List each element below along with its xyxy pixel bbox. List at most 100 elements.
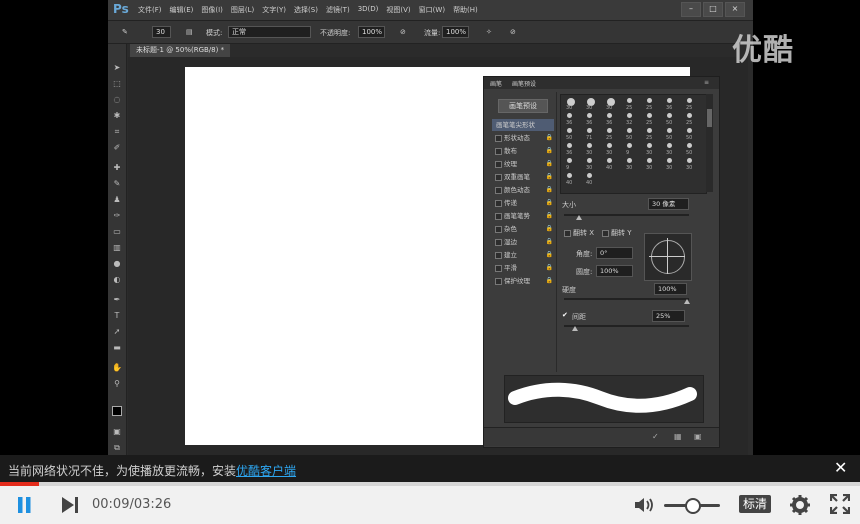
settings-gear-icon[interactable] bbox=[789, 494, 811, 520]
lock-icon[interactable]: 🔒 bbox=[546, 184, 553, 196]
menu-3d[interactable]: 3D(D) bbox=[358, 5, 379, 15]
hardness-slider-knob[interactable] bbox=[684, 299, 690, 304]
brush-tip[interactable] bbox=[587, 158, 592, 163]
spacing-field[interactable]: 25% bbox=[652, 310, 685, 322]
pen-tool-icon[interactable]: ✒ bbox=[112, 296, 122, 304]
path-select-tool-icon[interactable]: ➚ bbox=[112, 328, 122, 336]
brush-tip[interactable] bbox=[627, 158, 632, 163]
checkbox[interactable] bbox=[495, 239, 502, 246]
checkbox[interactable] bbox=[495, 148, 502, 155]
lock-icon[interactable]: 🔒 bbox=[546, 223, 553, 235]
close-icon[interactable]: × bbox=[725, 2, 745, 17]
spacing-slider-knob[interactable] bbox=[572, 326, 578, 331]
minimize-icon[interactable]: – bbox=[681, 2, 701, 17]
brush-tip[interactable] bbox=[687, 113, 692, 118]
brush-tip[interactable] bbox=[607, 128, 612, 133]
angle-roundness-widget[interactable] bbox=[644, 233, 692, 281]
brush-tip[interactable] bbox=[687, 128, 692, 133]
screen-mode-icon[interactable]: ⧉ bbox=[112, 444, 122, 452]
document-tab[interactable]: 未标题-1 @ 50%(RGB/8) * bbox=[130, 44, 231, 57]
client-download-link[interactable]: 优酷客户端 bbox=[236, 464, 296, 478]
lock-icon[interactable]: 🔒 bbox=[546, 275, 553, 287]
brush-tip[interactable] bbox=[667, 128, 672, 133]
checkbox[interactable] bbox=[495, 213, 502, 220]
brush-tip[interactable] bbox=[587, 128, 592, 133]
brush-tip[interactable] bbox=[667, 113, 672, 118]
checkbox[interactable] bbox=[495, 174, 502, 181]
lock-icon[interactable]: 🔒 bbox=[546, 197, 553, 209]
list-item[interactable]: 保护纹理 🔒 bbox=[492, 275, 554, 287]
brush-tip[interactable] bbox=[667, 98, 672, 103]
lock-icon[interactable]: 🔒 bbox=[546, 145, 553, 157]
close-icon[interactable]: ✕ bbox=[834, 458, 847, 477]
volume-slider-knob[interactable] bbox=[685, 498, 701, 514]
brush-toggle-icon[interactable]: ✓ bbox=[652, 432, 659, 441]
lock-icon[interactable]: 🔒 bbox=[546, 262, 553, 274]
menu-edit[interactable]: 编辑(E) bbox=[170, 5, 194, 15]
crop-tool-icon[interactable]: ⌗ bbox=[112, 128, 122, 136]
spacing-checkbox-icon[interactable]: ✔ bbox=[562, 311, 568, 319]
checkbox[interactable] bbox=[495, 135, 502, 142]
type-tool-icon[interactable]: T bbox=[112, 312, 122, 320]
pressure-opacity-icon[interactable]: ⊘ bbox=[400, 28, 406, 36]
brush-tip[interactable] bbox=[567, 173, 572, 178]
checkbox[interactable] bbox=[495, 187, 502, 194]
lock-icon[interactable]: 🔒 bbox=[546, 158, 553, 170]
fullscreen-icon[interactable] bbox=[829, 493, 851, 518]
scrollbar-thumb[interactable] bbox=[707, 109, 712, 127]
brush-tip[interactable] bbox=[607, 143, 612, 148]
angle-circle[interactable] bbox=[651, 240, 685, 274]
list-item[interactable]: 散布 🔒 bbox=[492, 145, 554, 157]
video-frame[interactable]: Ps 文件(F) 编辑(E) 图像(I) 图层(L) 文字(Y) 选择(S) 滤… bbox=[0, 0, 860, 455]
angle-field[interactable]: 0° bbox=[596, 247, 633, 259]
brush-tip[interactable] bbox=[647, 158, 652, 163]
history-brush-tool-icon[interactable]: ✑ bbox=[112, 212, 122, 220]
quick-mask-icon[interactable]: ▣ bbox=[112, 428, 122, 436]
brush-tip[interactable] bbox=[687, 143, 692, 148]
grid-icon[interactable]: ▦ bbox=[674, 432, 682, 441]
lock-icon[interactable]: 🔒 bbox=[546, 236, 553, 248]
brush-tip[interactable] bbox=[587, 143, 592, 148]
brush-tip[interactable] bbox=[567, 143, 572, 148]
brush-tip[interactable] bbox=[567, 113, 572, 118]
brush-tip[interactable] bbox=[627, 98, 632, 103]
brush-tip[interactable] bbox=[627, 128, 632, 133]
menu-filter[interactable]: 滤镜(T) bbox=[326, 5, 350, 15]
brush-size-picker[interactable]: 30 bbox=[152, 26, 171, 38]
lock-icon[interactable]: 🔒 bbox=[546, 249, 553, 261]
healing-tool-icon[interactable]: ✚ bbox=[112, 164, 122, 172]
quality-button[interactable]: 标清 bbox=[739, 495, 771, 513]
brush-tool-icon[interactable]: ✎ bbox=[122, 28, 128, 36]
brush-panel-toggle-icon[interactable]: ▤ bbox=[186, 28, 193, 36]
new-brush-icon[interactable]: ▣ bbox=[694, 432, 702, 441]
flip-x-checkbox[interactable] bbox=[564, 230, 571, 237]
spacing-slider-track[interactable] bbox=[564, 325, 689, 327]
brush-tip[interactable] bbox=[647, 128, 652, 133]
brush-tip[interactable] bbox=[647, 143, 652, 148]
marquee-tool-icon[interactable]: ⬚ bbox=[112, 80, 122, 88]
checkbox[interactable] bbox=[495, 200, 502, 207]
lasso-tool-icon[interactable]: ◌ bbox=[112, 96, 122, 104]
opacity-field[interactable]: 100% bbox=[358, 26, 385, 38]
list-item[interactable]: 杂色 🔒 bbox=[492, 223, 554, 235]
checkbox[interactable] bbox=[495, 278, 502, 285]
lock-icon[interactable]: 🔒 bbox=[546, 132, 553, 144]
shape-tool-icon[interactable]: ▬ bbox=[112, 344, 122, 352]
size-slider-track[interactable] bbox=[564, 214, 689, 216]
menu-layer[interactable]: 图层(L) bbox=[231, 5, 254, 15]
tab-brush[interactable]: 画笔 bbox=[490, 79, 502, 88]
list-item[interactable]: 湿边 🔒 bbox=[492, 236, 554, 248]
eraser-tool-icon[interactable]: ▭ bbox=[112, 228, 122, 236]
panel-menu-icon[interactable]: ≡ bbox=[704, 79, 709, 86]
pause-icon[interactable] bbox=[16, 496, 34, 518]
move-tool-icon[interactable]: ➤ bbox=[112, 64, 122, 72]
foreground-color-swatch[interactable] bbox=[112, 406, 122, 416]
lock-icon[interactable]: 🔒 bbox=[546, 171, 553, 183]
brush-tool-icon-side[interactable]: ✎ bbox=[112, 180, 122, 188]
hardness-field[interactable]: 100% bbox=[654, 283, 687, 295]
volume-icon[interactable] bbox=[634, 496, 656, 518]
maximize-icon[interactable]: □ bbox=[703, 2, 723, 17]
blur-tool-icon[interactable]: ● bbox=[112, 260, 122, 268]
list-item[interactable]: 平滑 🔒 bbox=[492, 262, 554, 274]
brush-tip[interactable] bbox=[647, 113, 652, 118]
